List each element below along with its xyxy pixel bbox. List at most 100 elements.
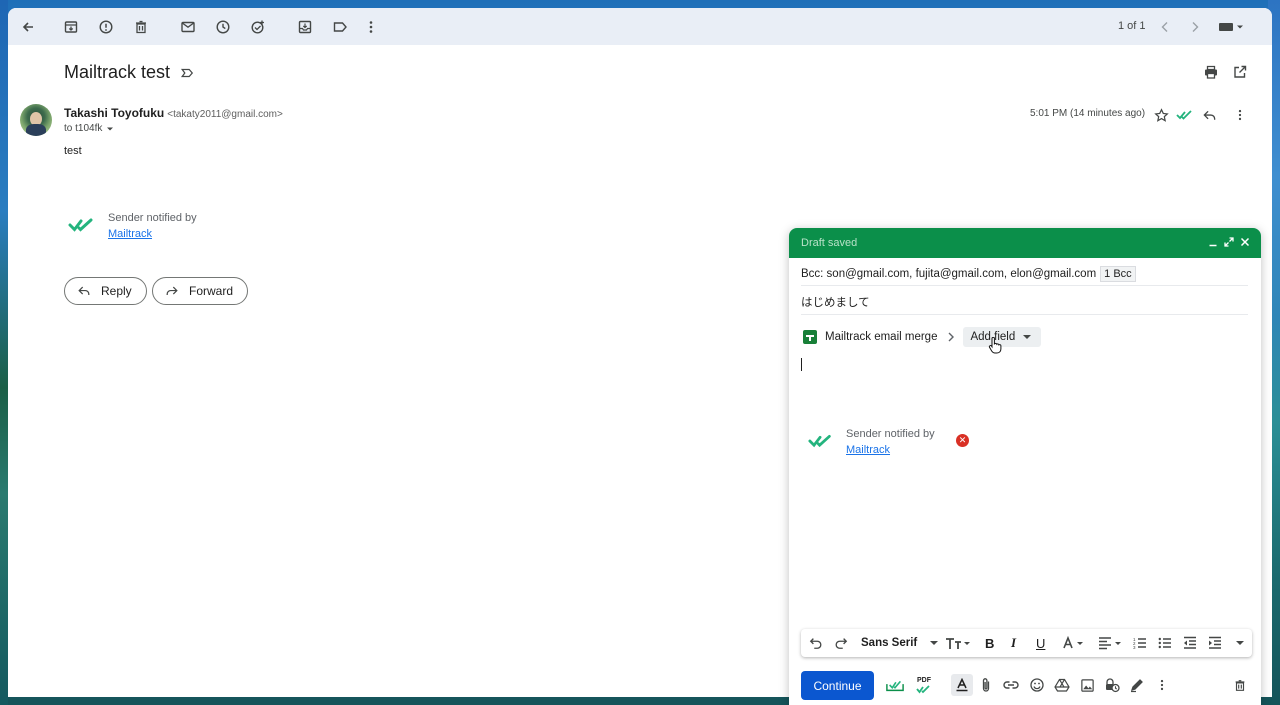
formatting-toolbar: Sans Serif B I U 123 bbox=[801, 629, 1252, 657]
forward-arrow-icon bbox=[166, 286, 178, 295]
mark-unread-icon[interactable] bbox=[177, 16, 199, 38]
expand-icon[interactable] bbox=[1223, 236, 1235, 248]
email-body: test bbox=[64, 145, 82, 157]
italic-icon[interactable]: I bbox=[1011, 635, 1016, 651]
chevron-left-icon[interactable] bbox=[1154, 16, 1176, 38]
pagination-text: 1 of 1 bbox=[1118, 20, 1146, 32]
insert-emoji-icon[interactable] bbox=[1028, 676, 1046, 694]
numbered-list-icon[interactable]: 123 bbox=[1133, 635, 1147, 651]
mailtrack-tracking-icon[interactable] bbox=[886, 676, 904, 694]
star-icon[interactable] bbox=[1152, 106, 1170, 124]
underline-icon[interactable]: U bbox=[1036, 635, 1045, 651]
mailtrack-double-check-icon bbox=[68, 218, 93, 232]
formatting-options-icon[interactable] bbox=[951, 674, 973, 696]
mailtrack-double-check-icon bbox=[808, 434, 831, 448]
important-marker-icon[interactable] bbox=[180, 66, 194, 80]
reply-icon[interactable] bbox=[1200, 106, 1218, 124]
mailtrack-link[interactable]: Mailtrack bbox=[108, 226, 197, 242]
divider bbox=[801, 314, 1248, 315]
sender-line: Takashi Toyofuku <takaty2011@gmail.com> bbox=[64, 106, 283, 120]
add-field-dropdown[interactable]: Add field bbox=[963, 327, 1042, 347]
bold-icon[interactable]: B bbox=[985, 635, 994, 651]
message-toolbar: 1 of 1 bbox=[8, 8, 1272, 45]
snooze-icon[interactable] bbox=[212, 16, 234, 38]
add-task-icon[interactable] bbox=[247, 16, 269, 38]
svg-text:3: 3 bbox=[1133, 645, 1136, 650]
mailtrack-read-check-icon bbox=[1175, 106, 1193, 124]
compose-mailtrack-signature: Sender notified by Mailtrack bbox=[808, 426, 935, 458]
open-in-new-window-icon[interactable] bbox=[1232, 64, 1248, 85]
insert-photo-icon[interactable] bbox=[1078, 676, 1096, 694]
label-icon[interactable] bbox=[329, 16, 351, 38]
font-size-icon[interactable] bbox=[945, 635, 971, 651]
message-more-icon[interactable] bbox=[1231, 106, 1249, 124]
sender-avatar[interactable] bbox=[20, 104, 52, 136]
print-icon[interactable] bbox=[1203, 64, 1219, 85]
font-family-label: Sans Serif bbox=[861, 637, 918, 649]
google-sheets-icon bbox=[803, 330, 817, 344]
dropdown-arrow-icon bbox=[1023, 335, 1032, 339]
email-subject: Mailtrack test bbox=[64, 62, 171, 82]
dropdown-arrow-icon bbox=[930, 641, 939, 645]
align-icon[interactable] bbox=[1098, 635, 1124, 651]
chevron-down-icon[interactable] bbox=[105, 124, 115, 134]
hand-cursor-icon bbox=[988, 337, 1002, 354]
keyboard-input-icon[interactable] bbox=[1216, 16, 1246, 38]
recipient-line[interactable]: to t104fk bbox=[64, 123, 115, 134]
archive-icon[interactable] bbox=[60, 16, 82, 38]
indent-less-icon[interactable] bbox=[1183, 635, 1197, 651]
font-family-select[interactable]: Sans Serif bbox=[861, 635, 939, 651]
pdf-label: PDF bbox=[917, 676, 931, 684]
forward-button[interactable]: Forward bbox=[152, 277, 249, 305]
mailtrack-notify-text: Sender notified by bbox=[108, 212, 197, 224]
chevron-right-icon bbox=[948, 332, 955, 342]
mailtrack-pdf-icon[interactable]: PDF bbox=[915, 676, 933, 694]
bulleted-list-icon[interactable] bbox=[1158, 635, 1172, 651]
recipient-text: to t104fk bbox=[64, 123, 103, 134]
reply-label: Reply bbox=[101, 284, 132, 298]
message-timestamp: 5:01 PM (14 minutes ago) bbox=[1030, 108, 1146, 119]
email-merge-label[interactable]: Mailtrack email merge bbox=[825, 331, 937, 343]
undo-icon[interactable] bbox=[809, 635, 823, 651]
compose-subject-field[interactable]: はじめまして bbox=[801, 294, 870, 310]
mailtrack-signature: Sender notified by Mailtrack bbox=[68, 210, 197, 242]
attach-file-icon[interactable] bbox=[977, 676, 995, 694]
continue-button[interactable]: Continue bbox=[801, 671, 874, 700]
desktop-background-left bbox=[0, 0, 8, 705]
back-arrow-icon[interactable] bbox=[17, 16, 39, 38]
delete-icon[interactable] bbox=[130, 16, 152, 38]
compose-title: Draft saved bbox=[801, 237, 858, 249]
google-drive-icon[interactable] bbox=[1053, 676, 1071, 694]
bcc-field[interactable]: Bcc: son@gmail.com, fujita@gmail.com, el… bbox=[801, 266, 1136, 282]
bcc-count-chip[interactable]: 1 Bcc bbox=[1100, 266, 1136, 282]
insert-signature-icon[interactable] bbox=[1128, 676, 1146, 694]
insert-link-icon[interactable] bbox=[1002, 676, 1020, 694]
forward-label: Forward bbox=[189, 284, 234, 298]
discard-draft-icon[interactable] bbox=[1231, 676, 1249, 694]
email-merge-bar: Mailtrack email merge Add field bbox=[803, 327, 1042, 347]
indent-more-icon[interactable] bbox=[1208, 635, 1222, 651]
text-color-icon[interactable] bbox=[1061, 635, 1087, 651]
redo-icon[interactable] bbox=[834, 635, 848, 651]
reply-arrow-icon bbox=[78, 286, 90, 295]
confidential-mode-icon[interactable] bbox=[1103, 676, 1121, 694]
text-cursor bbox=[801, 358, 802, 371]
subject-row: Mailtrack test bbox=[64, 62, 194, 83]
report-spam-icon[interactable] bbox=[95, 16, 117, 38]
sender-name[interactable]: Takashi Toyofuku bbox=[64, 106, 164, 120]
chevron-right-icon[interactable] bbox=[1184, 16, 1206, 38]
compose-window: Draft saved Bcc: son@gmail.com, fujita@g… bbox=[789, 228, 1261, 705]
move-to-icon[interactable] bbox=[294, 16, 316, 38]
compose-header[interactable]: Draft saved bbox=[789, 228, 1261, 258]
reply-button[interactable]: Reply bbox=[64, 277, 147, 305]
mailtrack-link[interactable]: Mailtrack bbox=[846, 442, 935, 458]
remove-signature-icon[interactable]: ✕ bbox=[956, 434, 969, 447]
close-icon[interactable] bbox=[1239, 236, 1251, 248]
sender-email: <takaty2011@gmail.com> bbox=[167, 109, 283, 120]
more-vert-icon[interactable] bbox=[360, 16, 382, 38]
more-formatting-icon[interactable] bbox=[1235, 635, 1245, 651]
bcc-recipients: Bcc: son@gmail.com, fujita@gmail.com, el… bbox=[801, 268, 1097, 280]
more-options-icon[interactable] bbox=[1153, 676, 1171, 694]
divider bbox=[801, 285, 1248, 286]
minimize-icon[interactable] bbox=[1207, 236, 1219, 248]
